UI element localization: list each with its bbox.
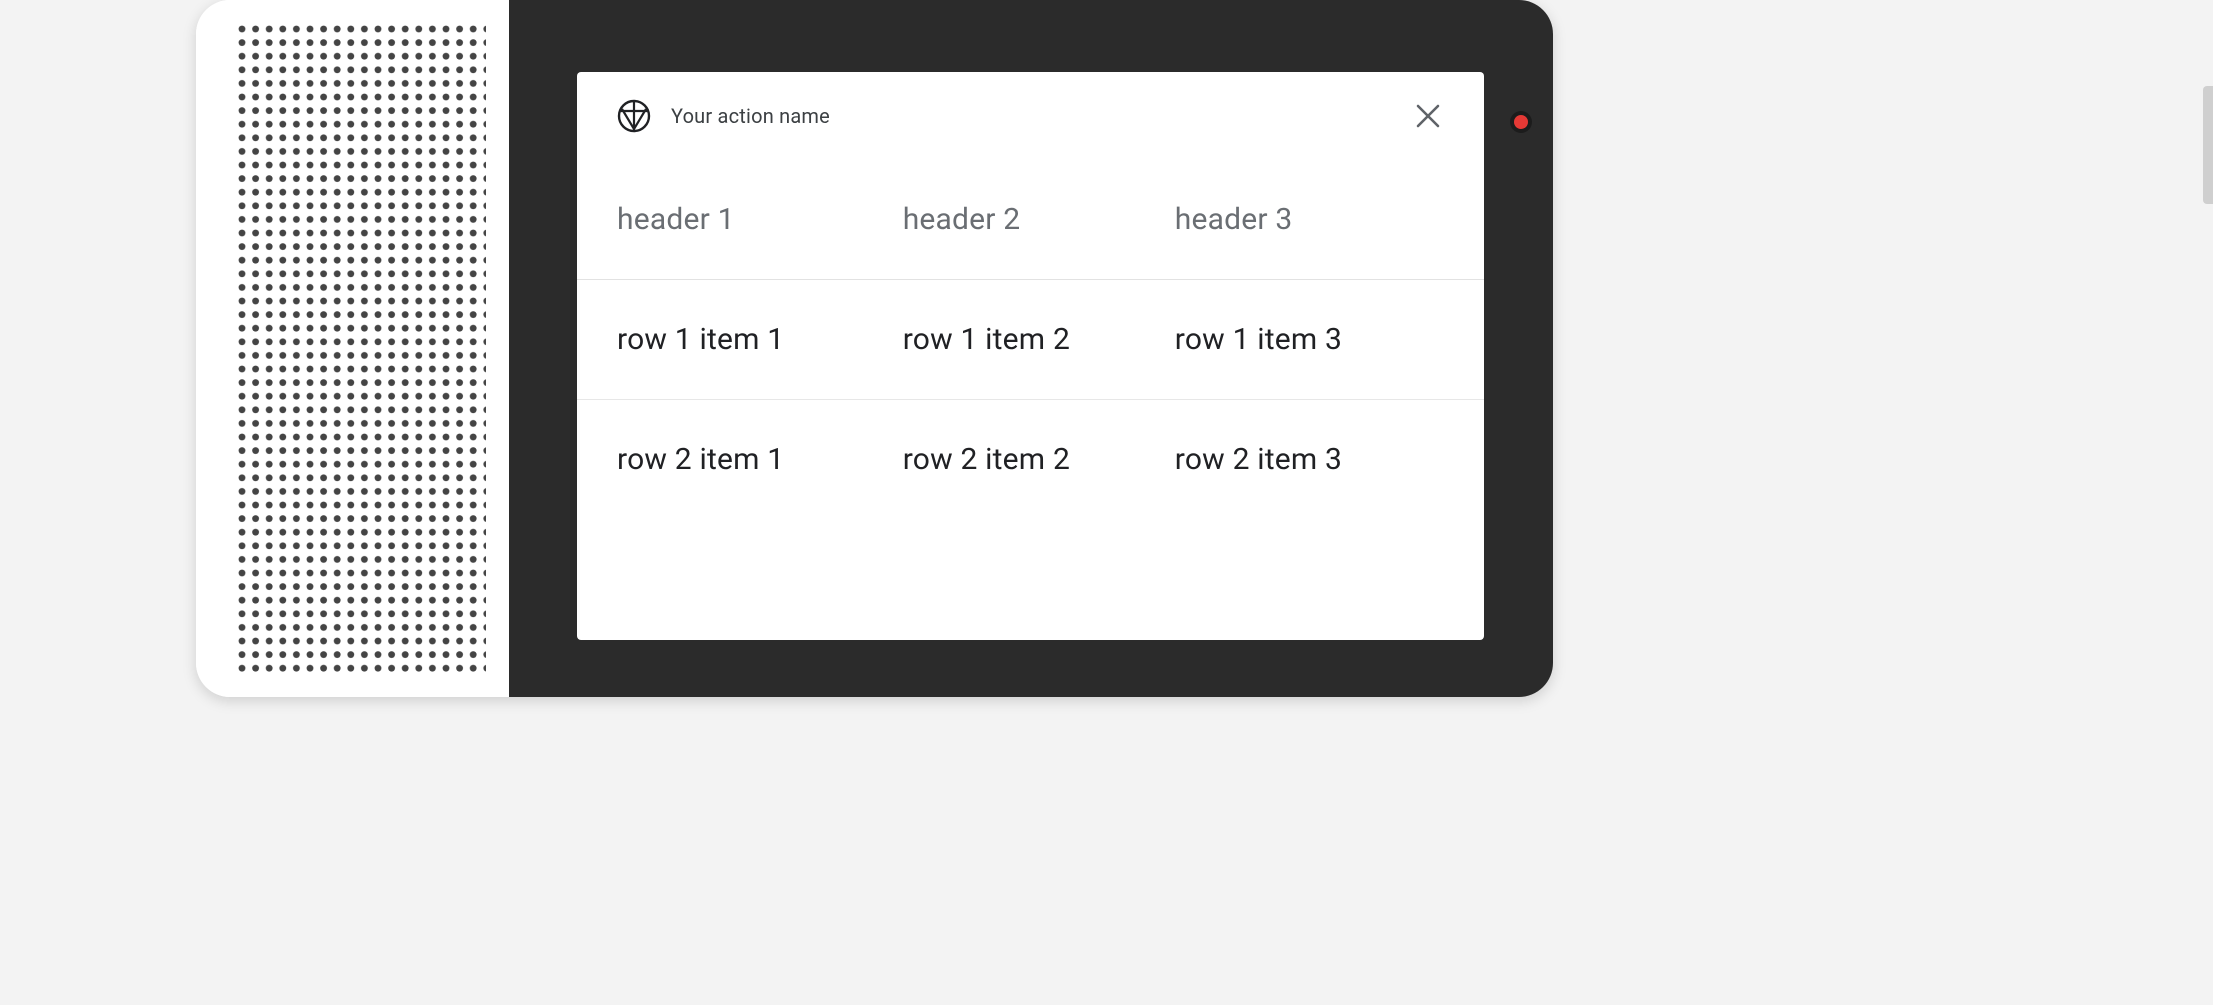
action-title: Your action name [671, 104, 830, 128]
table-cell: row 2 item 2 [863, 400, 1135, 520]
table-header-cell: header 1 [577, 160, 863, 280]
table-row: row 2 item 1 row 2 item 2 row 2 item 3 [577, 400, 1484, 520]
action-card: Your action name header 1 header 2 heade… [577, 72, 1484, 640]
close-icon [1415, 103, 1441, 129]
close-button[interactable] [1412, 100, 1444, 132]
data-table: header 1 header 2 header 3 row 1 item 1 … [577, 160, 1484, 519]
speaker-dots-icon [238, 25, 486, 675]
device-frame: Your action name header 1 header 2 heade… [196, 0, 1553, 697]
table-header-cell: header 3 [1135, 160, 1484, 280]
table-cell: row 1 item 2 [863, 280, 1135, 400]
scroll-hint [2203, 86, 2213, 204]
table-cell: row 2 item 3 [1135, 400, 1484, 520]
table-cell: row 1 item 1 [577, 280, 863, 400]
device-screen: Your action name header 1 header 2 heade… [509, 0, 1553, 697]
table-cell: row 2 item 1 [577, 400, 863, 520]
speaker-grille [196, 0, 509, 697]
table-row: row 1 item 1 row 1 item 2 row 1 item 3 [577, 280, 1484, 400]
table-header-cell: header 2 [863, 160, 1135, 280]
recording-indicator-icon [1514, 115, 1528, 129]
table-cell: row 1 item 3 [1135, 280, 1484, 400]
table-header-row: header 1 header 2 header 3 [577, 160, 1484, 280]
action-logo-icon [617, 99, 651, 133]
card-header: Your action name [577, 72, 1484, 160]
